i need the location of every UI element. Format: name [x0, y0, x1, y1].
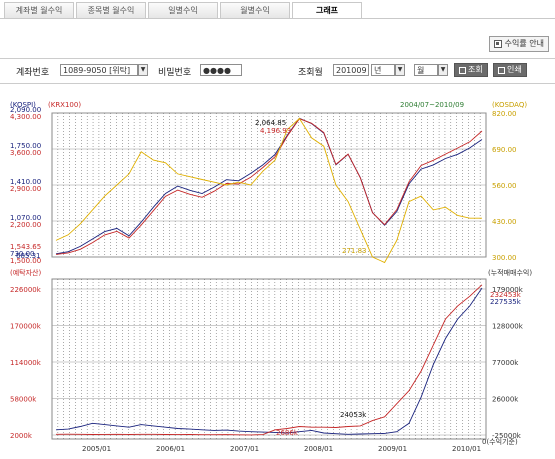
account-select[interactable]: 1089-9050 [위탁]: [60, 64, 138, 76]
x-tick-label: 2010/01: [452, 445, 481, 453]
annotation-asset-mid: 2686k: [276, 429, 299, 437]
kosdaq-tick: 820.00: [492, 110, 517, 118]
annotation-profit-end: 227535k: [490, 298, 522, 306]
query-form: 계좌번호 1089-9050 [위탁] ▼ 비밀번호 ●●●● 조회월 2010…: [0, 58, 555, 84]
annotation-krx-high: 4,196.93: [260, 127, 291, 135]
profit-axis-label: (누적매매수익): [488, 268, 532, 277]
annotation-kospi-high: 2,064.85: [255, 119, 286, 127]
profit-tick: 26000k: [492, 396, 519, 404]
asset-axis-label: (예탁자산): [10, 268, 41, 277]
profit-tick: 77000k: [492, 359, 519, 367]
chart-svg: (KOSPI) (KRX100) (KOSDAQ)2004/07~2010/092,…: [10, 101, 532, 453]
period-label: 조회월: [298, 68, 323, 78]
profit-tick: 128000k: [492, 323, 524, 331]
password-field[interactable]: ●●●●: [200, 64, 242, 76]
annotation-kosdaq-low: 271.83: [342, 247, 367, 255]
asset-tick: 226000k: [10, 286, 42, 294]
krx100-tick: 4,300.00: [10, 113, 41, 121]
asset-tick: 114000k: [10, 359, 42, 367]
kosdaq-tick: 560.00: [492, 182, 517, 190]
krx100-tick: 3,600.00: [10, 149, 41, 157]
account-label: 계좌번호: [16, 68, 50, 78]
print-button[interactable]: 인쇄: [493, 63, 527, 77]
range-label: 2004/07~2010/09: [400, 101, 464, 109]
x-tick-label: 2008/01: [304, 445, 333, 453]
x-tick-label: 2005/01: [82, 445, 111, 453]
year-month-input[interactable]: 201009: [333, 64, 369, 76]
unit-year-select[interactable]: 년: [371, 64, 395, 76]
x-tick-label: 2009/01: [378, 445, 407, 453]
annotation-profit-mid: 24053k: [340, 411, 367, 419]
unit-month-select[interactable]: 월: [414, 64, 438, 76]
unit-month-dropdown-icon[interactable]: ▼: [438, 64, 448, 76]
annotation-kospi-start: 685.31: [16, 252, 41, 260]
search-button-label: 조회: [468, 65, 483, 74]
asset-tick: 58000k: [10, 396, 37, 404]
account-dropdown-icon[interactable]: ▼: [138, 64, 148, 76]
tab-divider: [0, 18, 555, 19]
info-icon: [493, 40, 502, 48]
tab-daily[interactable]: 일별수익: [148, 2, 218, 18]
search-icon: [459, 66, 466, 74]
tab-bar: 계좌별 월수익 종목별 월수익 일별수익 월별수익 그래프: [4, 2, 364, 19]
tab-account-monthly[interactable]: 계좌별 월수익: [4, 2, 74, 18]
chart-area: (KOSPI) (KRX100) (KOSDAQ) 2004/07~2010/09 2,…: [8, 95, 548, 455]
krx100-tick: 2,900.00: [10, 185, 41, 193]
x-tick-label: 2007/01: [230, 445, 259, 453]
guide-button-label: 수익률 안내: [504, 39, 544, 48]
kosdaq-tick: 430.00: [492, 218, 517, 226]
unit-year-dropdown-icon[interactable]: ▼: [395, 64, 405, 76]
print-icon: [498, 66, 505, 74]
print-button-label: 인쇄: [507, 65, 522, 74]
krx100-tick: 2,200.00: [10, 221, 41, 229]
kosdaq-tick: 300.00: [492, 254, 517, 262]
password-label: 비밀번호: [158, 68, 192, 78]
profit-baseline-label: 0(수익기준): [482, 437, 518, 446]
krx100-axis-label: (KRX100): [48, 101, 81, 109]
x-tick-label: 2006/01: [156, 445, 185, 453]
asset-tick: 2000k: [10, 432, 33, 440]
annotation-krx-start: 1,543.65: [10, 243, 41, 251]
tab-stock-monthly[interactable]: 종목별 월수익: [76, 2, 146, 18]
tab-monthly[interactable]: 월별수익: [220, 2, 290, 18]
guide-button[interactable]: 수익률 안내: [488, 36, 549, 52]
kosdaq-axis-label: (KOSDAQ): [492, 101, 527, 109]
kosdaq-tick: 690.00: [492, 146, 517, 154]
search-button[interactable]: 조회: [454, 63, 488, 77]
asset-tick: 170000k: [10, 323, 42, 331]
tab-graph[interactable]: 그래프: [292, 2, 362, 18]
